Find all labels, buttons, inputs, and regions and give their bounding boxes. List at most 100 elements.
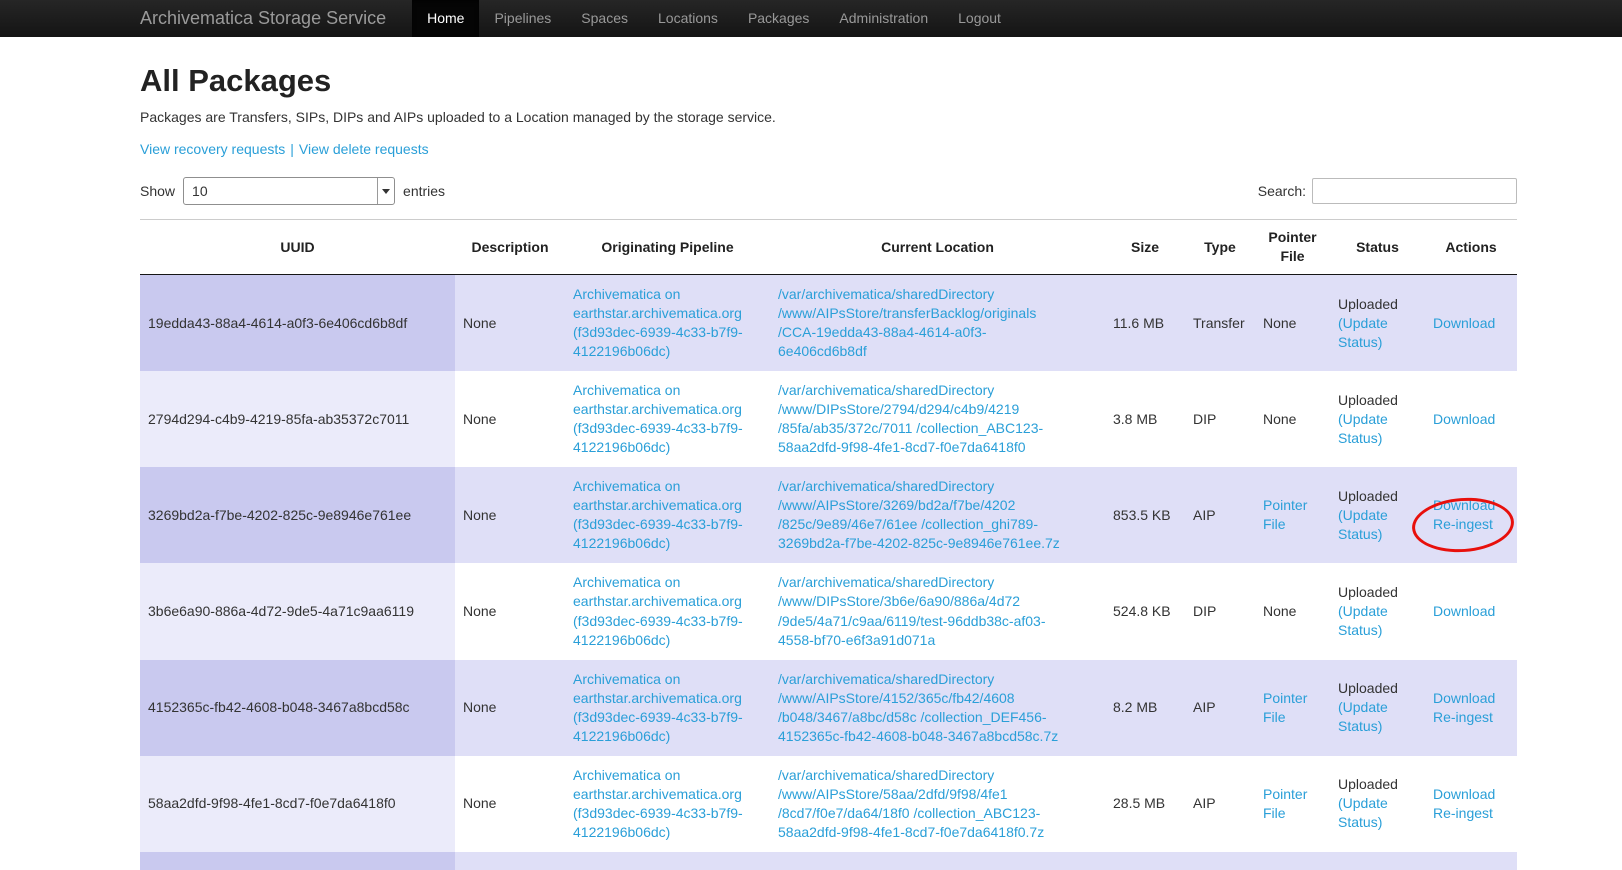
update-status-link[interactable]: (Update Status) bbox=[1338, 795, 1388, 830]
table-row: 4152365c-fb42-4608-b048-3467a8bcd58cNone… bbox=[140, 660, 1517, 756]
cell-description: None bbox=[455, 660, 565, 756]
location-link[interactable]: /var/archivematica/sharedDirectory /www/… bbox=[778, 286, 1036, 359]
nav-item-locations[interactable]: Locations bbox=[643, 0, 733, 37]
status-text: Uploaded bbox=[1338, 296, 1398, 312]
cell-size: 11.6 MB bbox=[1105, 275, 1185, 372]
cell-pipeline: Archivematica on earthstar.archivematica… bbox=[565, 467, 770, 563]
column-header-type[interactable]: Type bbox=[1185, 220, 1255, 275]
cell-status: Uploaded (Update Status) bbox=[1330, 756, 1425, 852]
cell-pointer-file: Pointer File bbox=[1255, 467, 1330, 563]
cell-description: None bbox=[455, 371, 565, 467]
column-header-current-location[interactable]: Current Location bbox=[770, 220, 1105, 275]
pipeline-link[interactable]: Archivematica on earthstar.archivematica… bbox=[573, 767, 743, 840]
status-text: Uploaded bbox=[1338, 584, 1398, 600]
cell-partial bbox=[455, 852, 565, 870]
pointer-file-link[interactable]: Pointer File bbox=[1263, 497, 1307, 532]
nav-item-administration[interactable]: Administration bbox=[824, 0, 943, 37]
cell-uuid: 3269bd2a-f7be-4202-825c-9e8946e761ee bbox=[140, 467, 455, 563]
navbar: Archivematica Storage Service HomePipeli… bbox=[0, 0, 1622, 37]
view-recovery-requests-link[interactable]: View recovery requests bbox=[140, 141, 285, 157]
column-header-description[interactable]: Description bbox=[455, 220, 565, 275]
cell-uuid: 58aa2dfd-9f98-4fe1-8cd7-f0e7da6418f0 bbox=[140, 756, 455, 852]
cell-type: AIP bbox=[1185, 756, 1255, 852]
cell-partial bbox=[140, 852, 455, 870]
cell-location: /var/archivematica/sharedDirectory /www/… bbox=[770, 275, 1105, 372]
pointer-file-link[interactable]: Pointer File bbox=[1263, 786, 1307, 821]
nav-item-packages[interactable]: Packages bbox=[733, 0, 824, 37]
column-header-originating-pipeline[interactable]: Originating Pipeline bbox=[565, 220, 770, 275]
location-link[interactable]: /var/archivematica/sharedDirectory /www/… bbox=[778, 478, 1060, 551]
cell-uuid: 2794d294-c4b9-4219-85fa-ab35372c7011 bbox=[140, 371, 455, 467]
cell-location: /var/archivematica/sharedDirectory /www/… bbox=[770, 660, 1105, 756]
cell-type: DIP bbox=[1185, 563, 1255, 659]
table-header-row: UUIDDescriptionOriginating PipelineCurre… bbox=[140, 220, 1517, 275]
location-link[interactable]: /var/archivematica/sharedDirectory /www/… bbox=[778, 382, 1043, 455]
cell-size: 3.8 MB bbox=[1105, 371, 1185, 467]
update-status-link[interactable]: (Update Status) bbox=[1338, 315, 1388, 350]
table-row: 2794d294-c4b9-4219-85fa-ab35372c7011None… bbox=[140, 371, 1517, 467]
cell-size: 8.2 MB bbox=[1105, 660, 1185, 756]
page-title: All Packages bbox=[140, 63, 1517, 99]
location-link[interactable]: /var/archivematica/sharedDirectory /www/… bbox=[778, 767, 1044, 840]
update-status-link[interactable]: (Update Status) bbox=[1338, 603, 1388, 638]
pipeline-link[interactable]: Archivematica on earthstar.archivematica… bbox=[573, 671, 743, 744]
re-ingest-link-circled-annotation[interactable]: Re-ingest bbox=[1433, 515, 1493, 534]
location-link[interactable]: /var/archivematica/sharedDirectory /www/… bbox=[778, 574, 1046, 647]
cell-status: Uploaded (Update Status) bbox=[1330, 563, 1425, 659]
table-row-partial bbox=[140, 852, 1517, 870]
pipeline-link[interactable]: Archivematica on earthstar.archivematica… bbox=[573, 478, 743, 551]
nav-item-logout[interactable]: Logout bbox=[943, 0, 1016, 37]
pointer-file-link[interactable]: Pointer File bbox=[1263, 690, 1307, 725]
pipeline-link[interactable]: Archivematica on earthstar.archivematica… bbox=[573, 574, 743, 647]
cell-type: AIP bbox=[1185, 660, 1255, 756]
cell-pointer-file: None bbox=[1255, 563, 1330, 659]
column-header-size[interactable]: Size bbox=[1105, 220, 1185, 275]
show-entries-value: 10 bbox=[184, 183, 208, 199]
status-text: Uploaded bbox=[1338, 776, 1398, 792]
show-entries-control: Show 10 entries bbox=[140, 177, 445, 205]
download-link[interactable]: Download bbox=[1433, 314, 1495, 333]
re-ingest-link[interactable]: Re-ingest bbox=[1433, 708, 1493, 727]
location-link[interactable]: /var/archivematica/sharedDirectory /www/… bbox=[778, 671, 1058, 744]
column-header-uuid[interactable]: UUID bbox=[140, 220, 455, 275]
cell-actions: Download bbox=[1425, 275, 1517, 372]
download-link[interactable]: Download bbox=[1433, 602, 1495, 621]
search-label: Search: bbox=[1258, 183, 1306, 199]
cell-actions: Download bbox=[1425, 563, 1517, 659]
column-header-status[interactable]: Status bbox=[1330, 220, 1425, 275]
cell-partial bbox=[1105, 852, 1185, 870]
pipeline-link[interactable]: Archivematica on earthstar.archivematica… bbox=[573, 382, 743, 455]
cell-partial bbox=[1185, 852, 1255, 870]
cell-status: Uploaded (Update Status) bbox=[1330, 660, 1425, 756]
update-status-link[interactable]: (Update Status) bbox=[1338, 507, 1388, 542]
update-status-link[interactable]: (Update Status) bbox=[1338, 699, 1388, 734]
status-text: Uploaded bbox=[1338, 680, 1398, 696]
column-header-actions[interactable]: Actions bbox=[1425, 220, 1517, 275]
nav-item-home[interactable]: Home bbox=[412, 0, 479, 37]
pipeline-link[interactable]: Archivematica on earthstar.archivematica… bbox=[573, 286, 743, 359]
cell-type: Transfer bbox=[1185, 275, 1255, 372]
re-ingest-link[interactable]: Re-ingest bbox=[1433, 804, 1493, 823]
show-entries-select[interactable]: 10 bbox=[183, 177, 395, 205]
download-link[interactable]: Download bbox=[1433, 689, 1495, 708]
cell-pipeline: Archivematica on earthstar.archivematica… bbox=[565, 371, 770, 467]
column-header-pointer-file[interactable]: Pointer File bbox=[1255, 220, 1330, 275]
cell-partial bbox=[770, 852, 1105, 870]
cell-size: 853.5 KB bbox=[1105, 467, 1185, 563]
nav-item-pipelines[interactable]: Pipelines bbox=[479, 0, 566, 37]
cell-description: None bbox=[455, 756, 565, 852]
entries-label: entries bbox=[403, 183, 445, 199]
chevron-down-icon bbox=[377, 178, 394, 204]
search-input[interactable] bbox=[1312, 178, 1517, 204]
table-row: 3b6e6a90-886a-4d72-9de5-4a71c9aa6119None… bbox=[140, 563, 1517, 659]
cell-location: /var/archivematica/sharedDirectory /www/… bbox=[770, 371, 1105, 467]
nav-item-spaces[interactable]: Spaces bbox=[566, 0, 643, 37]
update-status-link[interactable]: (Update Status) bbox=[1338, 411, 1388, 446]
download-link[interactable]: Download bbox=[1433, 410, 1495, 429]
download-link[interactable]: Download bbox=[1433, 785, 1495, 804]
cell-type: DIP bbox=[1185, 371, 1255, 467]
view-delete-requests-link[interactable]: View delete requests bbox=[299, 141, 429, 157]
download-link[interactable]: Download bbox=[1433, 496, 1495, 515]
cell-partial bbox=[1425, 852, 1517, 870]
table-row: 3269bd2a-f7be-4202-825c-9e8946e761eeNone… bbox=[140, 467, 1517, 563]
